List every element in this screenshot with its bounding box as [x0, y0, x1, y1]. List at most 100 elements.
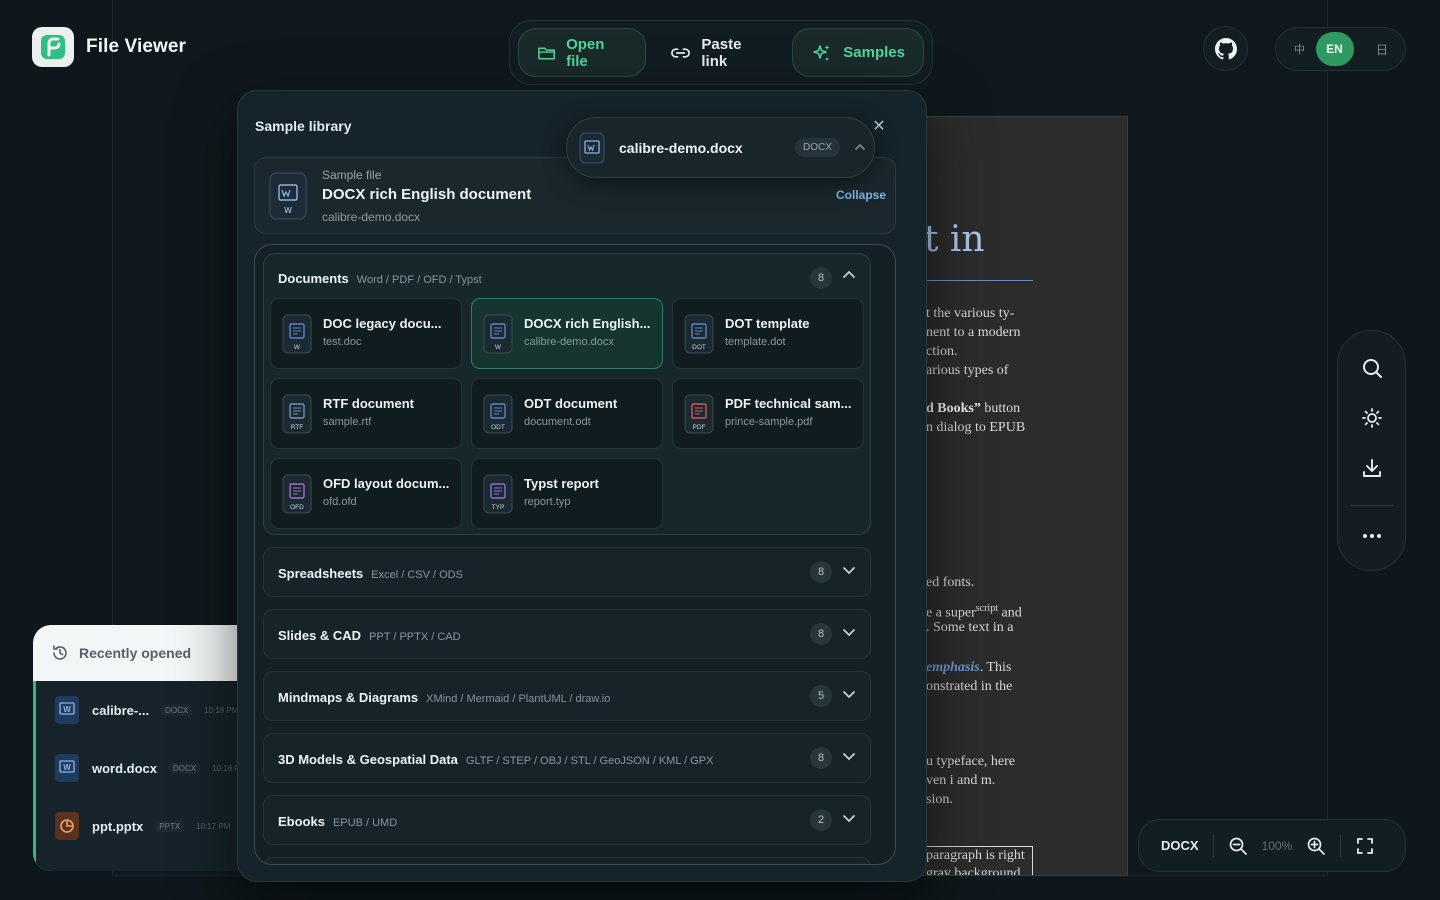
panel-title: Sample library: [255, 118, 352, 134]
file-type-tag: W: [294, 344, 301, 351]
doc-bold-text: d Books”: [926, 401, 981, 416]
sample-card[interactable]: W DOCX rich English... calibre-demo.docx: [471, 298, 663, 369]
open-file-label: Open file: [566, 35, 605, 70]
doc-line: d Books” button: [926, 399, 1020, 418]
open-file-button[interactable]: Open file: [518, 28, 647, 77]
doc-line: ed fonts.: [926, 575, 975, 590]
chevron-down-icon[interactable]: [842, 690, 856, 703]
svg-text:W: W: [63, 763, 71, 772]
group-spreadsheets[interactable]: Spreadsheets Excel / CSV / ODS 8: [263, 547, 871, 597]
doc-line: . Some text in a: [926, 620, 1014, 635]
paste-link-button[interactable]: Paste link: [652, 28, 786, 77]
doc-line: paragraph is right: [926, 848, 1025, 863]
file-type-icon: OFD: [282, 474, 312, 519]
sample-library-panel: Sample library ✕ W Sample file DOCX rich…: [237, 90, 927, 882]
collapse-button[interactable]: Collapse: [836, 188, 886, 202]
theme-button[interactable]: [1354, 401, 1390, 434]
doc-line: u typeface, here: [926, 754, 1015, 769]
sample-card-title: RTF document: [323, 396, 414, 411]
group-title: Spreadsheets: [278, 566, 364, 581]
lang-en-option[interactable]: EN: [1315, 32, 1354, 66]
chevron-down-icon[interactable]: [842, 628, 856, 641]
doc-line: t the various ty-: [926, 306, 1015, 321]
link-icon: [671, 47, 691, 58]
group-count-badge: 8: [810, 747, 832, 769]
recent-file-name: word.docx: [92, 760, 158, 776]
group-3d-geospatial[interactable]: 3D Models & Geospatial Data GLTF / STEP /…: [263, 733, 871, 783]
brand[interactable]: File Viewer: [32, 27, 186, 67]
svg-text:W: W: [63, 705, 71, 714]
github-icon: [1214, 37, 1237, 59]
recent-file-name: calibre-...: [92, 702, 150, 718]
sample-card-title: Typst report: [524, 476, 599, 491]
lang-ja-option[interactable]: 日: [1364, 41, 1400, 58]
zoom-out-icon[interactable]: [1228, 836, 1248, 856]
current-file-pill[interactable]: calibre-demo.docx DOCX: [566, 117, 875, 178]
sample-filename: calibre-demo.docx: [322, 210, 421, 224]
file-type-icon: W: [282, 314, 312, 359]
more-icon: [1362, 534, 1381, 539]
github-button[interactable]: [1203, 26, 1248, 71]
chevron-up-icon[interactable]: [842, 269, 856, 282]
sample-card[interactable]: OFD OFD layout docum... ofd.ofd: [270, 458, 462, 529]
doc-emphasis: emphasis: [926, 660, 980, 675]
doc-line: arious types of: [926, 363, 1009, 378]
word-file-icon: W: [55, 696, 79, 724]
word-file-icon: W: [269, 172, 307, 225]
group-ebooks[interactable]: Ebooks EPUB / UMD 2: [263, 795, 871, 845]
group-count-badge: 8: [810, 561, 832, 583]
download-button[interactable]: [1354, 451, 1390, 484]
recent-file-ext: PPTX: [155, 820, 185, 832]
sample-card[interactable]: RTF RTF document sample.rtf: [270, 378, 462, 449]
svg-text:W: W: [284, 206, 292, 215]
sample-card-title: OFD layout docum...: [323, 476, 450, 491]
sample-card-title: ODT document: [524, 396, 618, 411]
file-type-tag: PDF: [693, 424, 706, 431]
search-button[interactable]: [1354, 351, 1390, 384]
sample-card[interactable]: ODT ODT document document.odt: [471, 378, 663, 449]
samples-button[interactable]: Samples: [792, 28, 924, 77]
fullscreen-icon[interactable]: [1355, 836, 1375, 856]
sample-card-file: prince-sample.pdf: [725, 416, 813, 428]
sample-card-file: ofd.ofd: [323, 496, 357, 508]
chevron-down-icon[interactable]: [842, 566, 856, 579]
download-icon: [1362, 458, 1381, 477]
group-more[interactable]: [263, 857, 871, 864]
group-count-badge: 5: [810, 685, 832, 707]
sample-title: DOCX rich English document: [322, 186, 532, 203]
doc-line: emphasis. This: [926, 658, 1011, 677]
sample-card[interactable]: TYP Typst report report.typ: [471, 458, 663, 529]
close-icon: ✕: [872, 118, 886, 135]
group-subtitle: XMind / Mermaid / PlantUML / draw.io: [426, 693, 611, 705]
zoom-in-icon[interactable]: [1306, 836, 1326, 856]
document-page: t in t the various ty- nent to a modern …: [915, 116, 1128, 876]
sample-card-file: sample.rtf: [323, 416, 372, 428]
right-toolbar: [1337, 330, 1406, 571]
sample-card[interactable]: PDF PDF technical sam... prince-sample.pdf: [672, 378, 864, 449]
doc-superscript: script: [975, 603, 998, 614]
sample-card[interactable]: DOT DOT template template.dot: [672, 298, 864, 369]
file-type-icon: W: [483, 314, 513, 359]
folder-icon: [538, 46, 555, 59]
chevron-down-icon[interactable]: [842, 752, 856, 765]
sample-card-title: PDF technical sam...: [725, 396, 852, 411]
file-type-tag: DOT: [692, 344, 706, 351]
group-header[interactable]: Documents Word / PDF / OFD / Typst: [278, 271, 482, 286]
group-mindmaps[interactable]: Mindmaps & Diagrams XMind / Mermaid / Pla…: [263, 671, 871, 721]
group-slides-cad[interactable]: Slides & CAD PPT / PPTX / CAD 8: [263, 609, 871, 659]
file-type-icon: RTF: [282, 394, 312, 439]
sample-card[interactable]: W DOC legacy docu... test.doc: [270, 298, 462, 369]
more-button[interactable]: [1354, 520, 1390, 553]
lang-zh-option[interactable]: 中: [1294, 41, 1305, 57]
group-count-badge: 8: [810, 267, 832, 289]
sample-card-file: test.doc: [323, 336, 362, 348]
sample-card-file: document.odt: [524, 416, 591, 428]
chevron-up-icon[interactable]: [854, 142, 866, 154]
zoom-divider: [1212, 834, 1214, 857]
chevron-down-icon[interactable]: [842, 814, 856, 827]
zoom-bar: DOCX 100%: [1138, 819, 1406, 872]
group-count-badge: 2: [810, 809, 832, 831]
recent-file-ext: DOCX: [161, 704, 193, 716]
recent-title: Recently opened: [79, 645, 192, 661]
zoom-divider: [1340, 834, 1342, 857]
